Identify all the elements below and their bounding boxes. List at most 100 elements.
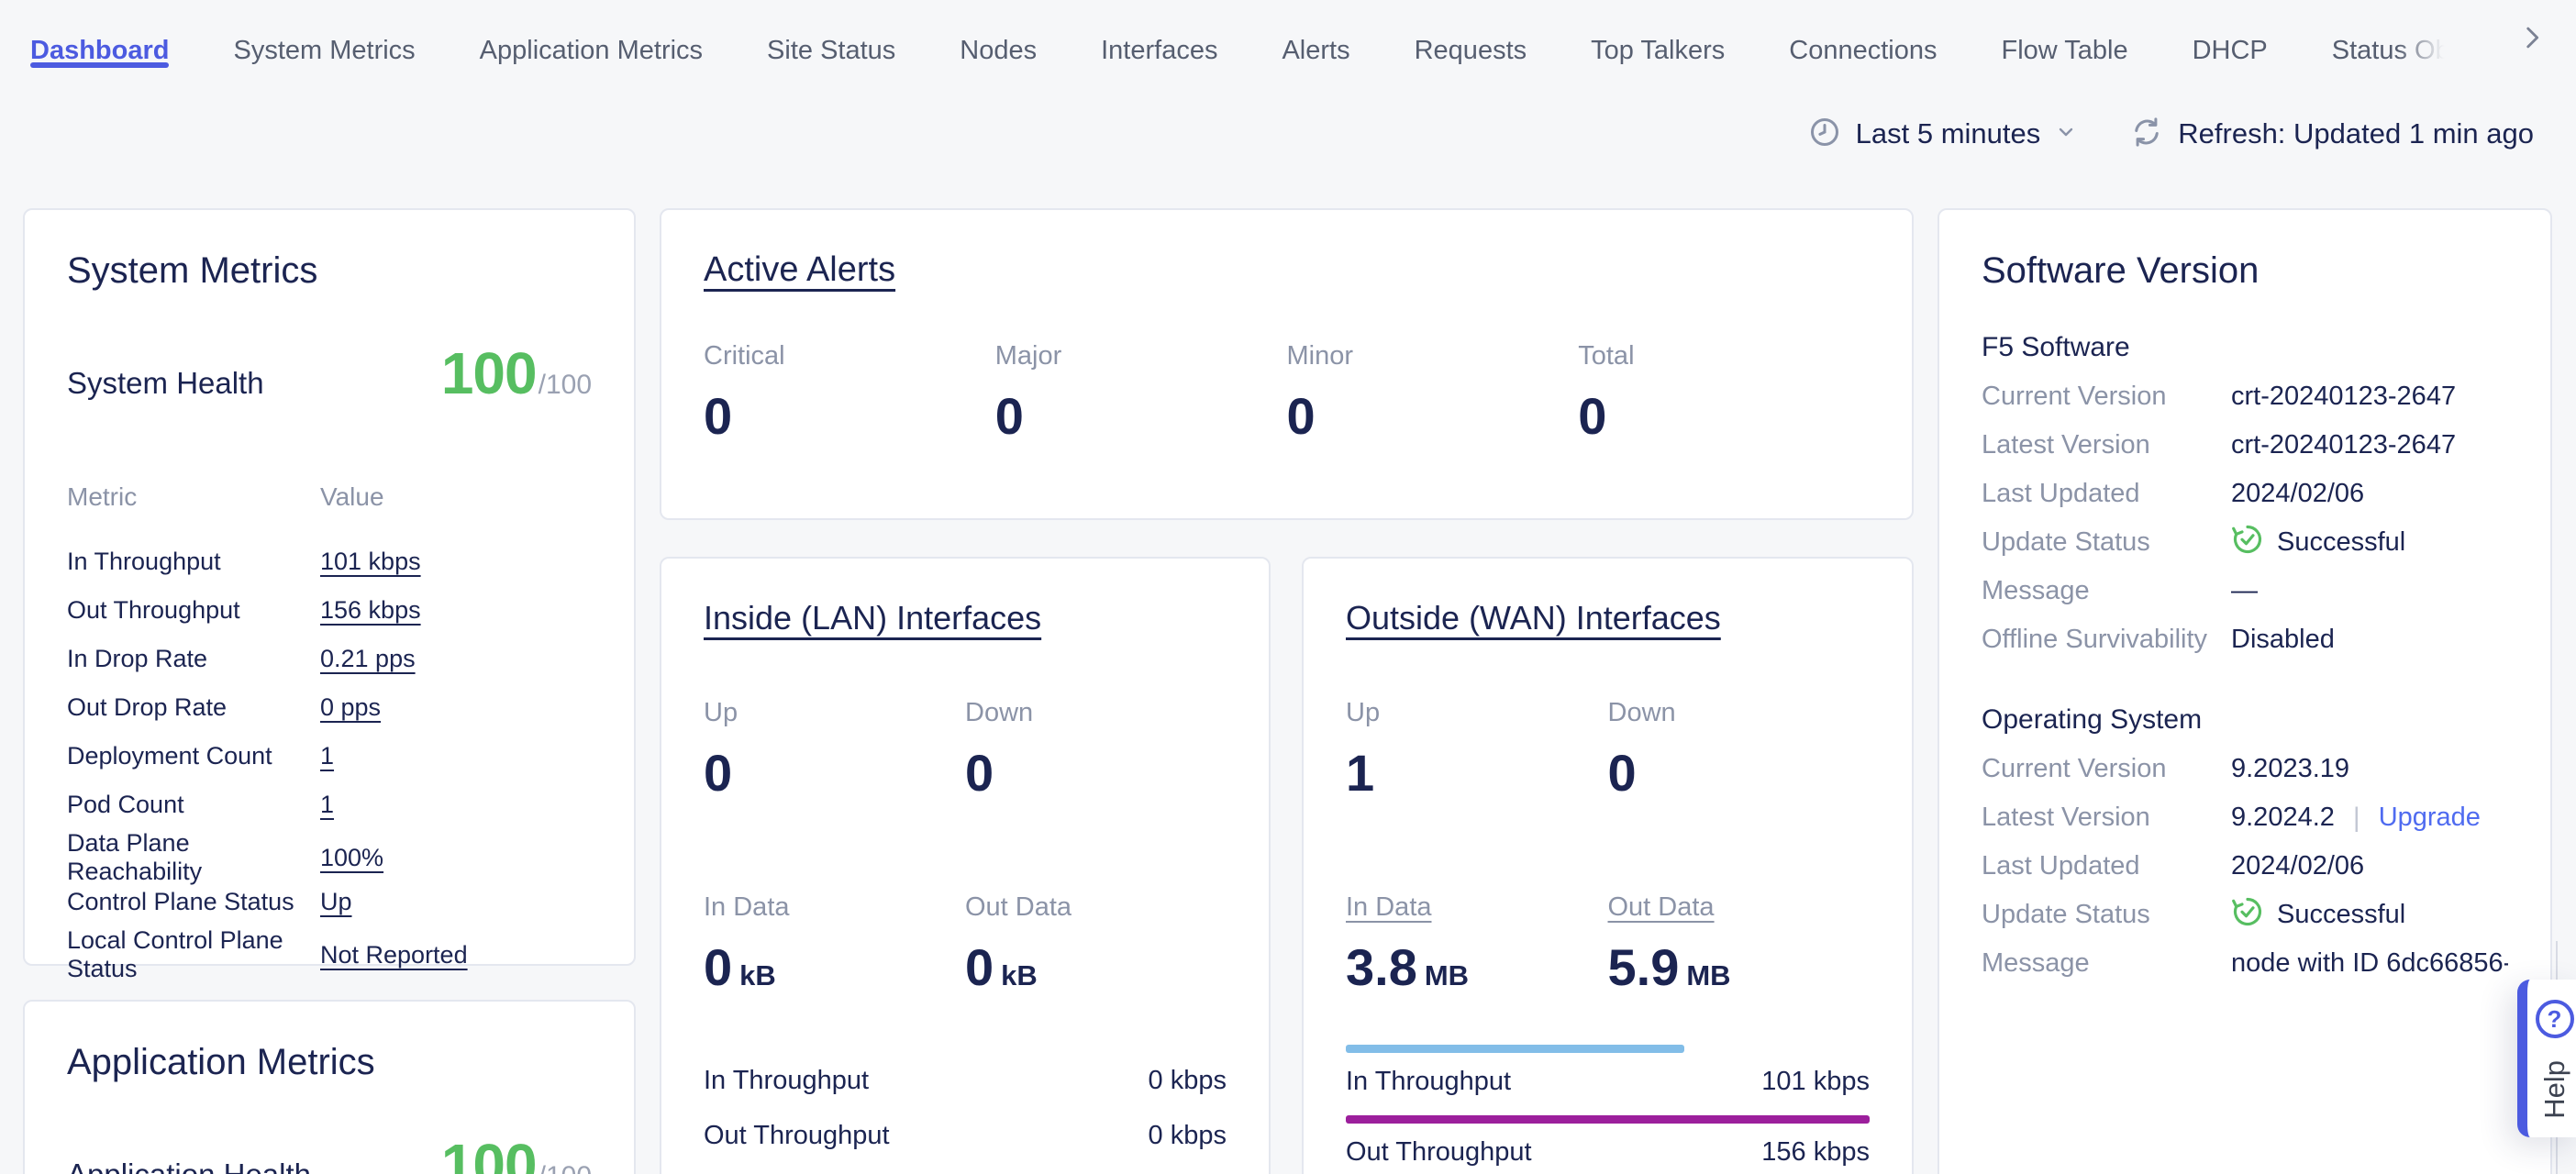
tab-alerts[interactable]: Alerts (1282, 18, 1349, 83)
metric-value-link[interactable]: 156 kbps (320, 596, 592, 625)
wan-in-throughput-bar (1346, 1045, 1684, 1053)
lan-in-data: In Data 0kB (704, 892, 965, 997)
tab-top-talkers[interactable]: Top Talkers (1591, 18, 1725, 83)
system-health-value: 100 (441, 339, 537, 407)
system-health-row: System Health 100 /100 (67, 339, 592, 407)
refresh-status-text: Refresh: Updated 1 min ago (2178, 117, 2534, 150)
critical-value: 0 (704, 386, 995, 446)
out-data-unit: MB (1686, 959, 1730, 991)
tab-flow-table[interactable]: Flow Table (2002, 18, 2128, 83)
wan-up: Up 1 (1346, 698, 1608, 803)
operating-system-section-header: Operating System (1982, 704, 2508, 736)
metric-value-link[interactable]: 0 pps (320, 693, 592, 722)
success-check-icon (2231, 895, 2264, 936)
metric-value-link[interactable]: 0.21 pps (320, 645, 592, 673)
tab-system-metrics[interactable]: System Metrics (233, 18, 415, 83)
os-latest-version-value: 9.2024.2 (2231, 803, 2335, 833)
major-value: 0 (995, 386, 1287, 446)
out-data-link[interactable]: Out Data (1608, 892, 1715, 922)
metric-value-link[interactable]: Not Reported (320, 941, 592, 969)
wan-throughput: In Throughput 101 kbps Out Throughput 15… (1346, 1045, 1870, 1169)
up-value: 0 (704, 743, 965, 803)
f5-software-section-header: F5 Software (1982, 332, 2508, 363)
lan-data: In Data 0kB Out Data 0kB (704, 892, 1227, 997)
alert-stat-critical: Critical 0 (704, 341, 995, 446)
left-column: System Metrics System Health 100 /100 Me… (23, 208, 636, 1174)
sv-row-message: Messagenode with ID 6dc66856-1... (1982, 939, 2508, 988)
out-throughput-value: 0 kbps (1149, 1118, 1227, 1153)
lan-interfaces-title-link[interactable]: Inside (LAN) Interfaces (704, 599, 1041, 637)
in-data-link[interactable]: In Data (1346, 892, 1432, 922)
divider: | (2353, 803, 2360, 834)
in-data-value: 0kB (704, 937, 965, 997)
tab-requests[interactable]: Requests (1415, 18, 1527, 83)
time-range-selector[interactable]: Last 5 minutes (1808, 116, 2078, 151)
out-throughput-label: Out Throughput (1346, 1135, 1532, 1169)
tab-site-status[interactable]: Site Status (767, 18, 895, 83)
chevron-down-icon (2055, 121, 2077, 146)
out-throughput-label: Out Throughput (704, 1118, 890, 1153)
wan-in-data: In Data 3.8MB (1346, 892, 1608, 997)
active-alerts-title-link[interactable]: Active Alerts (704, 250, 895, 290)
sv-row: Current Version9.2023.19 (1982, 745, 2508, 793)
in-throughput-value: 101 kbps (1761, 1064, 1870, 1099)
sv-row-update-status: Update Status Successful (1982, 518, 2508, 567)
dashboard-toolbar: Last 5 minutes Refresh: Updated 1 min ag… (1808, 116, 2534, 151)
operating-system-rows: Current Version9.2023.19 Latest Version … (1982, 745, 2508, 988)
table-row: Deployment Count1 (67, 732, 592, 781)
in-throughput-label: In Throughput (704, 1063, 869, 1098)
metric-value-link[interactable]: 1 (320, 791, 592, 819)
in-data-unit: kB (739, 959, 776, 991)
down-label: Down (1608, 698, 1871, 728)
table-row: Out Drop Rate0 pps (67, 683, 592, 732)
lan-throughput: In Throughput 0 kbps Out Throughput 0 kb… (704, 1063, 1227, 1153)
tab-status-objects[interactable]: Status Ob (2332, 18, 2450, 83)
dashboard-content: System Metrics System Health 100 /100 Me… (23, 208, 2552, 1174)
in-data-unit: MB (1425, 959, 1469, 991)
out-data-label: Out Data (965, 892, 1227, 923)
refresh-button[interactable]: Refresh: Updated 1 min ago (2130, 116, 2534, 151)
lan-updown: Up 0 Down 0 (704, 698, 1227, 803)
nav-scroll-right-button[interactable] (2514, 20, 2550, 57)
system-metrics-table: Metric Value In Throughput101 kbps Out T… (67, 482, 592, 975)
wan-data: In Data 3.8MB Out Data 5.9MB (1346, 892, 1870, 997)
metric-value-link[interactable]: Up (320, 888, 592, 916)
down-value: 0 (1608, 743, 1871, 803)
table-row: Out Throughput156 kbps (67, 586, 592, 635)
upgrade-link[interactable]: Upgrade (2379, 803, 2481, 833)
tab-dashboard[interactable]: Dashboard (30, 18, 169, 83)
sv-row-update-status: Update Status Successful (1982, 891, 2508, 939)
out-throughput-value: 156 kbps (1761, 1135, 1870, 1169)
wan-updown: Up 1 Down 0 (1346, 698, 1870, 803)
metric-value-link[interactable]: 101 kbps (320, 548, 592, 576)
update-status-text: Successful (2277, 900, 2405, 930)
metric-value-link[interactable]: 100% (320, 844, 592, 872)
system-health-max: /100 (539, 370, 592, 401)
tab-dhcp[interactable]: DHCP (2193, 18, 2268, 83)
active-alerts-card: Active Alerts Critical 0 Major 0 Minor 0… (660, 208, 1914, 520)
table-row: Pod Count1 (67, 781, 592, 829)
tab-connections[interactable]: Connections (1789, 18, 1937, 83)
up-label: Up (1346, 698, 1608, 728)
refresh-icon (2130, 116, 2163, 151)
help-tab[interactable]: ? Help (2517, 980, 2576, 1137)
up-label: Up (704, 698, 965, 728)
sv-row-latest-version: Latest Version 9.2024.2 | Upgrade (1982, 793, 2508, 842)
update-status-text: Successful (2277, 527, 2405, 558)
metric-label: In Throughput (67, 548, 320, 576)
tab-interfaces[interactable]: Interfaces (1101, 18, 1217, 83)
tab-nodes[interactable]: Nodes (960, 18, 1037, 83)
wan-down: Down 0 (1608, 698, 1871, 803)
metric-label: Out Drop Rate (67, 693, 320, 722)
tab-application-metrics[interactable]: Application Metrics (480, 18, 703, 83)
system-health-label: System Health (67, 366, 264, 401)
table-row: Local Control Plane StatusNot Reported (67, 926, 592, 975)
sv-row: Last Updated2024/02/06 (1982, 842, 2508, 891)
wan-interfaces-title-link[interactable]: Outside (WAN) Interfaces (1346, 599, 1721, 637)
metric-label: Local Control Plane Status (67, 926, 320, 983)
chevron-right-icon (2516, 42, 2548, 56)
lan-out-data: Out Data 0kB (965, 892, 1227, 997)
system-health-score: 100 /100 (441, 339, 592, 407)
metric-value-link[interactable]: 1 (320, 742, 592, 770)
minor-label: Minor (1287, 341, 1579, 371)
